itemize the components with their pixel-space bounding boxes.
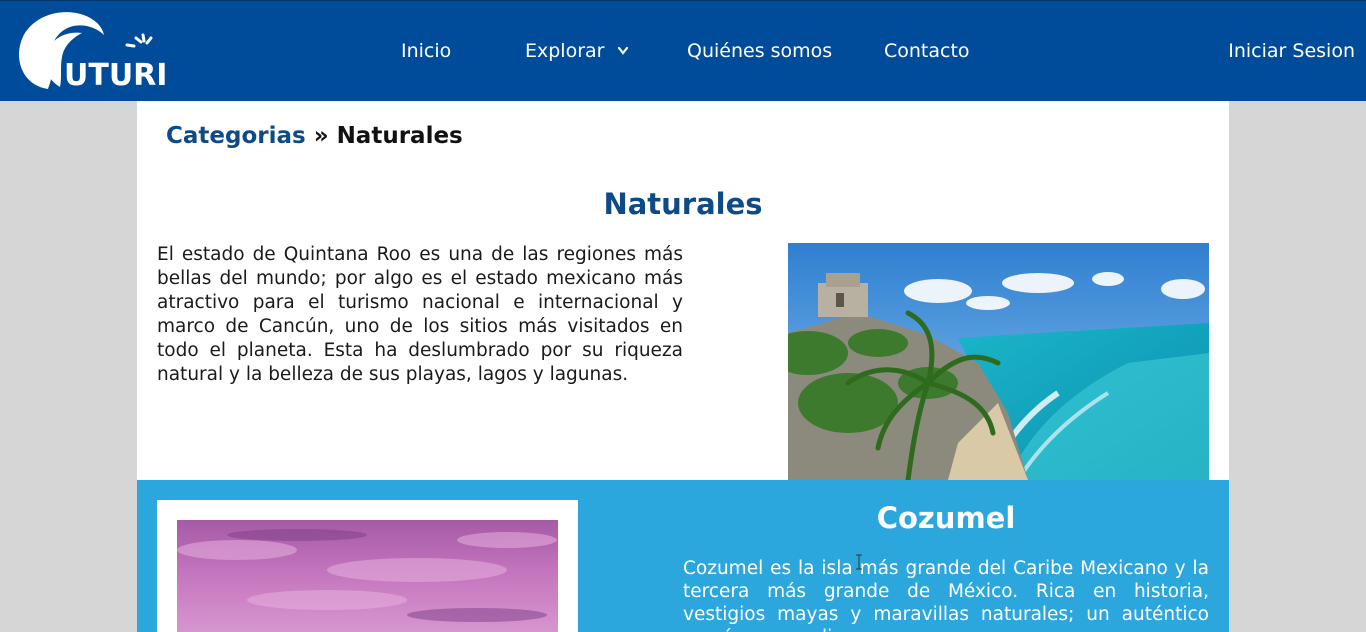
chevron-down-icon[interactable] xyxy=(617,44,629,58)
nav-contacto[interactable]: Contacto xyxy=(884,40,970,62)
feature-band: Cozumel Cozumel es la isla más grande de… xyxy=(137,480,1229,632)
top-navbar: UTURI Inicio Explorar Quiénes somos Cont… xyxy=(0,0,1366,101)
section-title: Naturales xyxy=(603,187,763,221)
cozumel-sunset-image xyxy=(177,520,558,632)
feature-title: Cozumel xyxy=(876,501,1016,535)
breadcrumb-current: Naturales xyxy=(336,123,463,149)
uturi-logo[interactable]: UTURI xyxy=(12,7,168,97)
login-link[interactable]: Iniciar Sesion xyxy=(1228,40,1355,62)
nav-inicio[interactable]: Inicio xyxy=(401,40,451,62)
breadcrumb-categorias-link[interactable]: Categorias xyxy=(166,123,306,149)
feature-image-frame xyxy=(157,500,578,632)
feature-description: Cozumel es la isla más grande del Caribe… xyxy=(683,558,1209,632)
nav-quienes-somos[interactable]: Quiénes somos xyxy=(687,40,832,62)
logo-text: UTURI xyxy=(64,58,167,93)
text-cursor-icon xyxy=(856,554,862,570)
tulum-coast-image xyxy=(788,243,1209,480)
section-description: El estado de Quintana Roo es una de las … xyxy=(157,244,683,385)
category-content: Categorias » Naturales Naturales El estado… xyxy=(137,101,1229,632)
nav-explorar[interactable]: Explorar xyxy=(525,40,604,62)
breadcrumb: Categorias » Naturales xyxy=(166,123,463,149)
breadcrumb-separator: » xyxy=(313,123,329,149)
